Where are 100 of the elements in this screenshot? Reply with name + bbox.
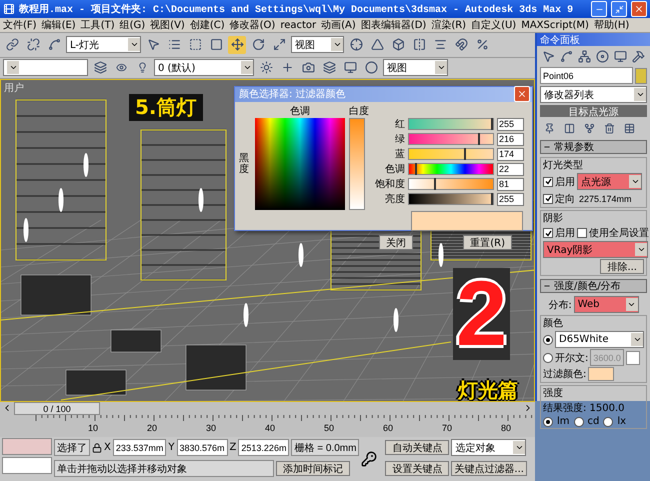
menu-item[interactable]: 渲染(R) bbox=[430, 18, 468, 32]
viewport[interactable]: 用户 5.筒灯 2 灯光篇 颜色选择器: 过滤器颜色 色调 白度 黑度 红 255 绿 216 蓝 174 色调 22 饱和度 81 亮度 255 关闭 重置(R) bbox=[0, 78, 535, 402]
named-selection-dropdown[interactable] bbox=[3, 59, 88, 76]
light-marker[interactable] bbox=[58, 188, 64, 212]
value-field[interactable]: 255 bbox=[497, 192, 524, 206]
caret-icon bbox=[636, 90, 644, 99]
check-icon bbox=[544, 230, 552, 236]
checkbox[interactable] bbox=[577, 228, 587, 238]
menu-item[interactable]: 文件(F) bbox=[2, 18, 38, 32]
light-type-dropdown[interactable]: 点光源 bbox=[577, 173, 642, 190]
group-label: 阴影 bbox=[543, 212, 564, 225]
radio-button[interactable] bbox=[543, 416, 553, 426]
hue-field[interactable] bbox=[255, 118, 345, 210]
value-field[interactable]: 22 bbox=[497, 162, 524, 176]
modifier-list-dropdown[interactable]: 修改器列表 bbox=[540, 86, 647, 103]
value-field[interactable]: 216 bbox=[497, 132, 524, 146]
add-time-tag-button[interactable]: 添加时间标记 bbox=[276, 461, 350, 476]
value-field[interactable]: 81 bbox=[497, 178, 524, 191]
z-field[interactable]: 2513.226m bbox=[238, 439, 290, 456]
slider-track[interactable] bbox=[408, 148, 494, 160]
time-slider[interactable]: 0 / 100 bbox=[14, 402, 100, 416]
auto-key-button[interactable]: 自动关键点 bbox=[385, 440, 450, 456]
radio-button[interactable] bbox=[543, 334, 553, 344]
close-icon bbox=[517, 89, 527, 100]
lock-icon[interactable] bbox=[92, 442, 102, 453]
slider-thumb[interactable] bbox=[478, 133, 480, 146]
light-marker[interactable] bbox=[298, 242, 304, 267]
view-dropdown[interactable]: 视图 bbox=[383, 59, 448, 76]
set-key-button[interactable]: 设置关键点 bbox=[385, 461, 450, 476]
dialog-button[interactable]: 关闭 bbox=[379, 234, 413, 250]
radio-button[interactable] bbox=[574, 416, 584, 426]
light-marker[interactable] bbox=[24, 218, 28, 242]
x-field[interactable]: 233.537mm bbox=[112, 439, 166, 456]
light-marker[interactable] bbox=[438, 242, 444, 267]
menu-item[interactable]: 编辑(E) bbox=[40, 18, 77, 32]
slider-thumb[interactable] bbox=[464, 148, 466, 160]
menu-item[interactable]: 创建(C) bbox=[188, 18, 226, 32]
light-marker[interactable] bbox=[394, 308, 398, 332]
key-filters-button[interactable]: 关键点过滤器... bbox=[451, 461, 527, 476]
selection-filter-dropdown[interactable]: L-灯光 bbox=[66, 36, 141, 54]
group-label: 灯光类型 bbox=[543, 158, 584, 172]
light-marker[interactable] bbox=[198, 188, 204, 212]
menu-item[interactable]: 工具(T) bbox=[80, 18, 116, 32]
close-button[interactable] bbox=[514, 86, 530, 102]
coordinate-dropdown[interactable]: 视图 bbox=[291, 36, 344, 54]
shadow-type-dropdown[interactable]: VRay阴影 bbox=[543, 241, 648, 258]
group-label: 强度 bbox=[543, 386, 564, 400]
key-mode-dropdown[interactable]: 选定对象 bbox=[451, 439, 526, 456]
checkbox[interactable] bbox=[543, 176, 553, 186]
target-distance: 2275.174mm bbox=[578, 192, 633, 206]
z-label: Z bbox=[230, 442, 236, 454]
viewport-label[interactable]: 用户 bbox=[4, 80, 24, 95]
slider-track[interactable] bbox=[408, 133, 494, 146]
menu-item[interactable]: 图表编辑器(D) bbox=[360, 18, 428, 32]
slider-track[interactable] bbox=[408, 163, 494, 176]
color-preset-dropdown[interactable]: D65White bbox=[555, 331, 644, 348]
rollout-header[interactable]: 常规参数 bbox=[540, 140, 647, 154]
ruler-label: 30 bbox=[206, 423, 216, 434]
minimize-button[interactable] bbox=[591, 1, 607, 17]
restore-button[interactable] bbox=[611, 1, 627, 17]
menu-item[interactable]: 动画(A) bbox=[320, 18, 357, 32]
modifier-stack-item[interactable]: 目标点光源 bbox=[540, 105, 647, 117]
move-icon[interactable] bbox=[228, 36, 246, 54]
slider-thumb[interactable] bbox=[434, 178, 436, 190]
object-color-swatch[interactable] bbox=[635, 68, 647, 84]
dialog-button[interactable]: 重置(R) bbox=[463, 234, 512, 250]
checkbox[interactable] bbox=[543, 228, 553, 238]
slider-track[interactable] bbox=[408, 118, 494, 130]
slider-track[interactable] bbox=[408, 178, 494, 190]
distribution-dropdown[interactable]: Web bbox=[574, 296, 639, 313]
radio-button[interactable] bbox=[543, 352, 553, 362]
y-field[interactable]: 3830.576m bbox=[176, 439, 228, 456]
time-ruler[interactable]: 10 20 30 40 50 60 70 80 bbox=[0, 415, 535, 438]
light-marker[interactable] bbox=[244, 302, 248, 327]
layer-dropdown[interactable]: 0 (默认) bbox=[154, 59, 254, 76]
menu-item[interactable]: 自定义(U) bbox=[470, 18, 518, 32]
menu-item[interactable]: 修改器(O) bbox=[228, 18, 276, 32]
value-field[interactable]: 255 bbox=[497, 118, 524, 131]
key-icon[interactable] bbox=[361, 451, 378, 468]
slider-track[interactable] bbox=[408, 193, 494, 206]
menu-item[interactable]: reactor bbox=[279, 20, 318, 30]
checkbox[interactable] bbox=[543, 194, 553, 204]
slider-thumb[interactable] bbox=[414, 163, 417, 176]
blackness-label: 黑度 bbox=[239, 152, 249, 175]
exclude-button[interactable]: 排除... bbox=[600, 259, 644, 274]
menu-item[interactable]: 组(G) bbox=[118, 18, 146, 32]
caret-icon bbox=[630, 177, 640, 186]
radio-button[interactable] bbox=[603, 416, 614, 426]
close-button[interactable] bbox=[631, 1, 647, 17]
kelvin-swatch bbox=[626, 350, 640, 364]
script-field[interactable] bbox=[2, 438, 52, 456]
script-output-field bbox=[2, 457, 52, 474]
menu-item[interactable]: 帮助(H) bbox=[592, 18, 630, 32]
menu-item[interactable]: 视图(V) bbox=[149, 18, 186, 32]
light-marker[interactable] bbox=[84, 152, 88, 177]
filter-color-swatch[interactable] bbox=[588, 367, 614, 381]
menu-item[interactable]: MAXScript(M) bbox=[520, 20, 590, 30]
value-field[interactable]: 174 bbox=[497, 148, 524, 161]
object-name-field[interactable]: Point06 bbox=[540, 67, 633, 84]
rollout-header[interactable]: 强度/颜色/分布 bbox=[540, 279, 647, 293]
